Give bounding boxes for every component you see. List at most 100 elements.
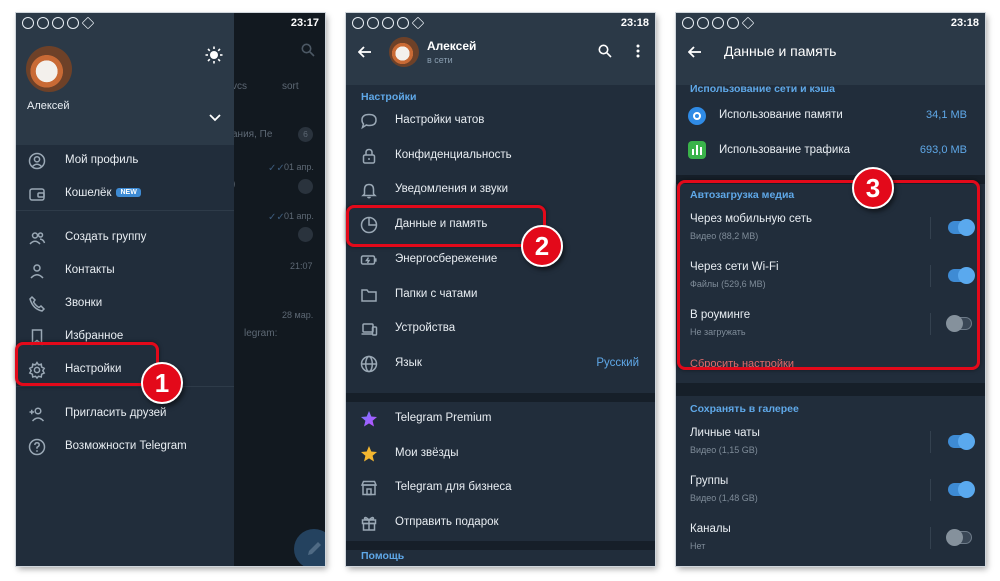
settings-business-text: Telegram для бизнеса [395,481,512,493]
clock: 23:18 [950,17,979,29]
status-bar: 23:18 [676,13,985,35]
storage-usage-row[interactable]: Использование памяти 34,1 MB [676,101,985,133]
skype-icon [727,17,739,29]
settings-privacy[interactable]: Конфиденциальность [346,139,655,173]
back-arrow-icon[interactable] [687,45,702,63]
menu-item-features[interactable]: Возможности Telegram [16,430,234,463]
gift-icon [360,514,378,532]
add-person-icon [28,405,46,423]
chat-time: 21:07 [290,261,313,271]
person-icon [28,262,46,280]
settings-premium-label: Telegram Premium [395,412,492,424]
settings-notifications[interactable]: Уведомления и звуки [346,173,655,207]
back-arrow-icon[interactable] [357,45,372,63]
step-2-highlight [346,205,546,247]
menu-item-calls-label: Звонки [65,297,102,309]
settings-premium[interactable]: Telegram Premium [346,402,655,436]
step-1-highlight [15,342,159,386]
settings-notifications-label: Уведомления и звуки [395,183,508,195]
settings-gift[interactable]: Отправить подарок [346,506,655,540]
premium-star-icon [360,410,378,428]
menu-item-features-label: Возможности Telegram [65,440,187,452]
settings-stars-label: Мои звёзды [395,447,459,459]
menu-divider [16,386,234,387]
settings-business[interactable]: Telegram для бизнеса [346,471,655,505]
menu-item-calls-text: Звонки [65,296,103,309]
section-title-settings: Настройки [361,91,417,103]
settings-privacy-label: Конфиденциальность [395,149,512,161]
section-gap [346,541,655,550]
battery-icon [360,251,378,269]
menu-item-wallet-label: Кошелёк NEW [65,187,141,199]
chat-date: 01 апр. [284,162,314,172]
chat-tab[interactable]: vcs [232,81,247,92]
settings-language-label: Язык [395,357,422,369]
pie-chart-icon [688,107,706,125]
menu-item-wallet[interactable]: Кошелёк NEW [16,177,234,210]
private-chats-label: Личные чаты [690,427,760,439]
channels-label: Каналы [690,523,731,535]
notification-icons [682,16,755,30]
settings-chat[interactable]: Настройки чатов [346,104,655,138]
search-icon[interactable] [598,44,612,63]
channels-toggle[interactable] [946,528,972,546]
menu-item-create-group[interactable]: Создать группу [16,221,234,254]
chat-list-background: vcs sort ания, Пе 6 01 апр. ✓✓ ) 01 апр.… [232,13,325,566]
chevron-down-icon[interactable] [209,109,221,127]
channels-row[interactable]: Каналы Нет [676,519,985,563]
groups-toggle[interactable] [948,481,975,498]
chat-tab[interactable]: sort [282,81,299,92]
settings-folders-label: Папки с чатами [395,288,477,300]
groups-label: Группы [690,475,729,487]
traffic-usage-row[interactable]: Использование трафика 693,0 MB [676,135,985,167]
settings-devices[interactable]: Устройства [346,312,655,346]
menu-item-invite[interactable]: Пригласить друзей [16,397,234,430]
settings-folders[interactable]: Папки с чатами [346,278,655,312]
whatsapp-icon [697,17,709,29]
clock: 23:17 [290,17,319,29]
step-3-highlight [677,180,980,370]
menu-item-create-group-label: Создать группу [65,231,146,243]
clock: 23:18 [620,17,649,29]
viber-icon [712,17,724,29]
night-mode-icon[interactable] [205,46,223,69]
section-gap [676,383,985,396]
play-icon [81,16,95,30]
settings-devices-label: Устройства [395,322,455,334]
store-icon [360,479,378,497]
search-icon[interactable] [301,43,315,62]
step-3-badge: 3 [852,167,894,209]
channels-sub: Нет [690,541,706,551]
whatsapp-icon [37,17,49,29]
groups-row[interactable]: Группы Видео (1,48 GB) [676,471,985,515]
settings-stars[interactable]: Мои звёзды [346,437,655,471]
lock-icon [360,147,378,165]
private-chats-row[interactable]: Личные чаты Видео (1,15 GB) [676,423,985,467]
menu-item-favorites-label: Избранное [65,330,123,342]
compose-button[interactable] [294,529,325,566]
settings-language[interactable]: Язык Русский [346,347,655,381]
drawer-user-name: Алексей [27,100,70,112]
menu-item-contacts[interactable]: Контакты [16,254,234,287]
chat-snippet: ания, Пе [232,129,273,140]
private-chats-toggle[interactable] [948,433,975,450]
chat-date: 01 апр. [284,211,314,221]
menu-item-calls[interactable]: Звонки [16,287,234,320]
more-menu-icon[interactable] [636,44,640,63]
viber-icon [52,17,64,29]
menu-item-profile-label: Мой профиль [65,154,138,166]
chat-bubble-icon [360,112,378,130]
whatsapp-icon [22,17,34,29]
wallet-icon [28,185,46,203]
avatar[interactable] [26,46,72,92]
play-icon [411,16,425,30]
section-gap [346,393,655,402]
pin-icon [298,179,313,194]
menu-item-profile[interactable]: Мой профиль [16,144,234,177]
settings-power-saving[interactable]: Энергосбережение [346,243,655,277]
whatsapp-icon [352,17,364,29]
notification-icons [22,16,95,30]
avatar[interactable] [389,37,419,67]
section-title-help: Помощь [361,550,405,562]
settings-premium-text: Telegram Premium [395,412,492,424]
